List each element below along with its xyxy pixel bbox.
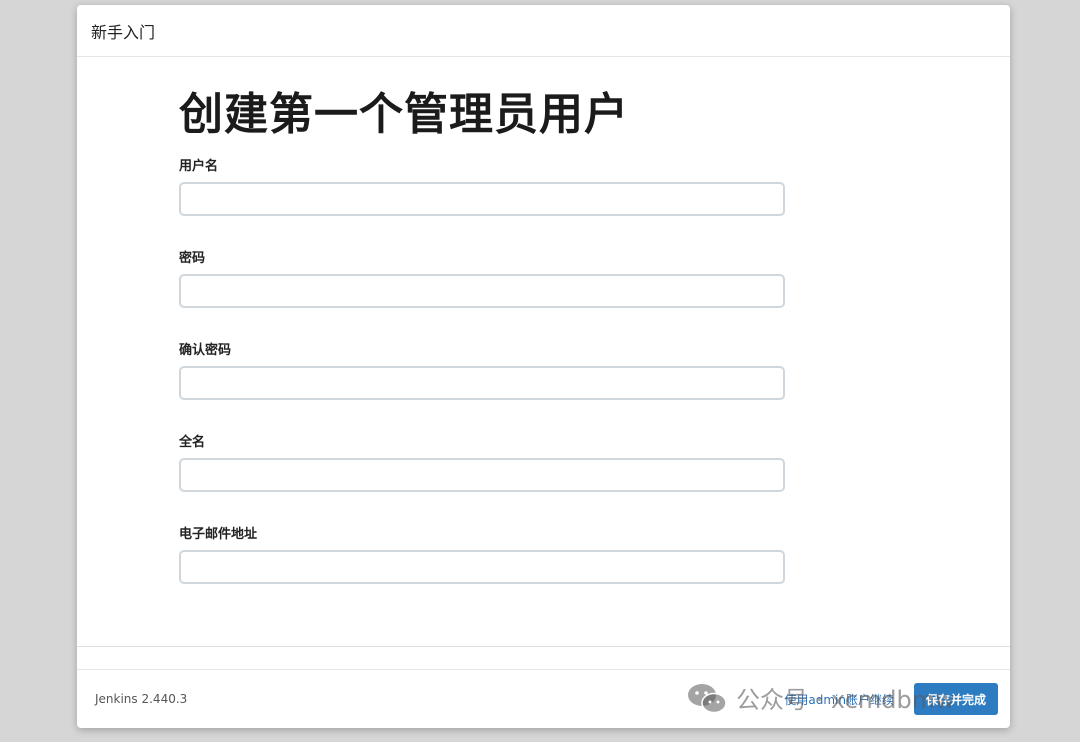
setup-wizard-dialog: 新手入门 创建第一个管理员用户 用户名 密码 确认密码 全名 电子邮件地址 Je… [77, 5, 1010, 728]
content-divider [77, 646, 1010, 647]
full-name-input[interactable] [179, 458, 785, 492]
page-heading: 创建第一个管理员用户 [179, 89, 629, 140]
confirm-password-input[interactable] [179, 366, 785, 400]
username-label: 用户名 [179, 159, 219, 174]
password-input[interactable] [179, 274, 785, 308]
username-input[interactable] [179, 182, 785, 216]
save-and-finish-button[interactable]: 保存并完成 [913, 683, 998, 715]
password-label: 密码 [179, 251, 206, 266]
full-name-label: 全名 [179, 435, 206, 450]
password-field-group: 密码 [179, 249, 799, 308]
confirm-password-field-group: 确认密码 [179, 341, 799, 400]
email-label: 电子邮件地址 [179, 527, 258, 542]
dialog-footer: Jenkins 2.440.3 使用admin账户继续 保存并完成 [77, 669, 1010, 728]
username-field-group: 用户名 [179, 157, 799, 216]
jenkins-version: Jenkins 2.440.3 [95, 692, 188, 706]
confirm-password-label: 确认密码 [179, 343, 232, 358]
dialog-title: 新手入门 [91, 22, 156, 42]
email-field-group: 电子邮件地址 [179, 525, 799, 584]
continue-as-admin-link[interactable]: 使用admin账户继续 [784, 691, 894, 708]
email-input[interactable] [179, 550, 785, 584]
dialog-header: 新手入门 [77, 5, 1010, 57]
full-name-field-group: 全名 [179, 433, 799, 492]
create-admin-form: 创建第一个管理员用户 用户名 密码 确认密码 全名 电子邮件地址 [179, 57, 799, 584]
